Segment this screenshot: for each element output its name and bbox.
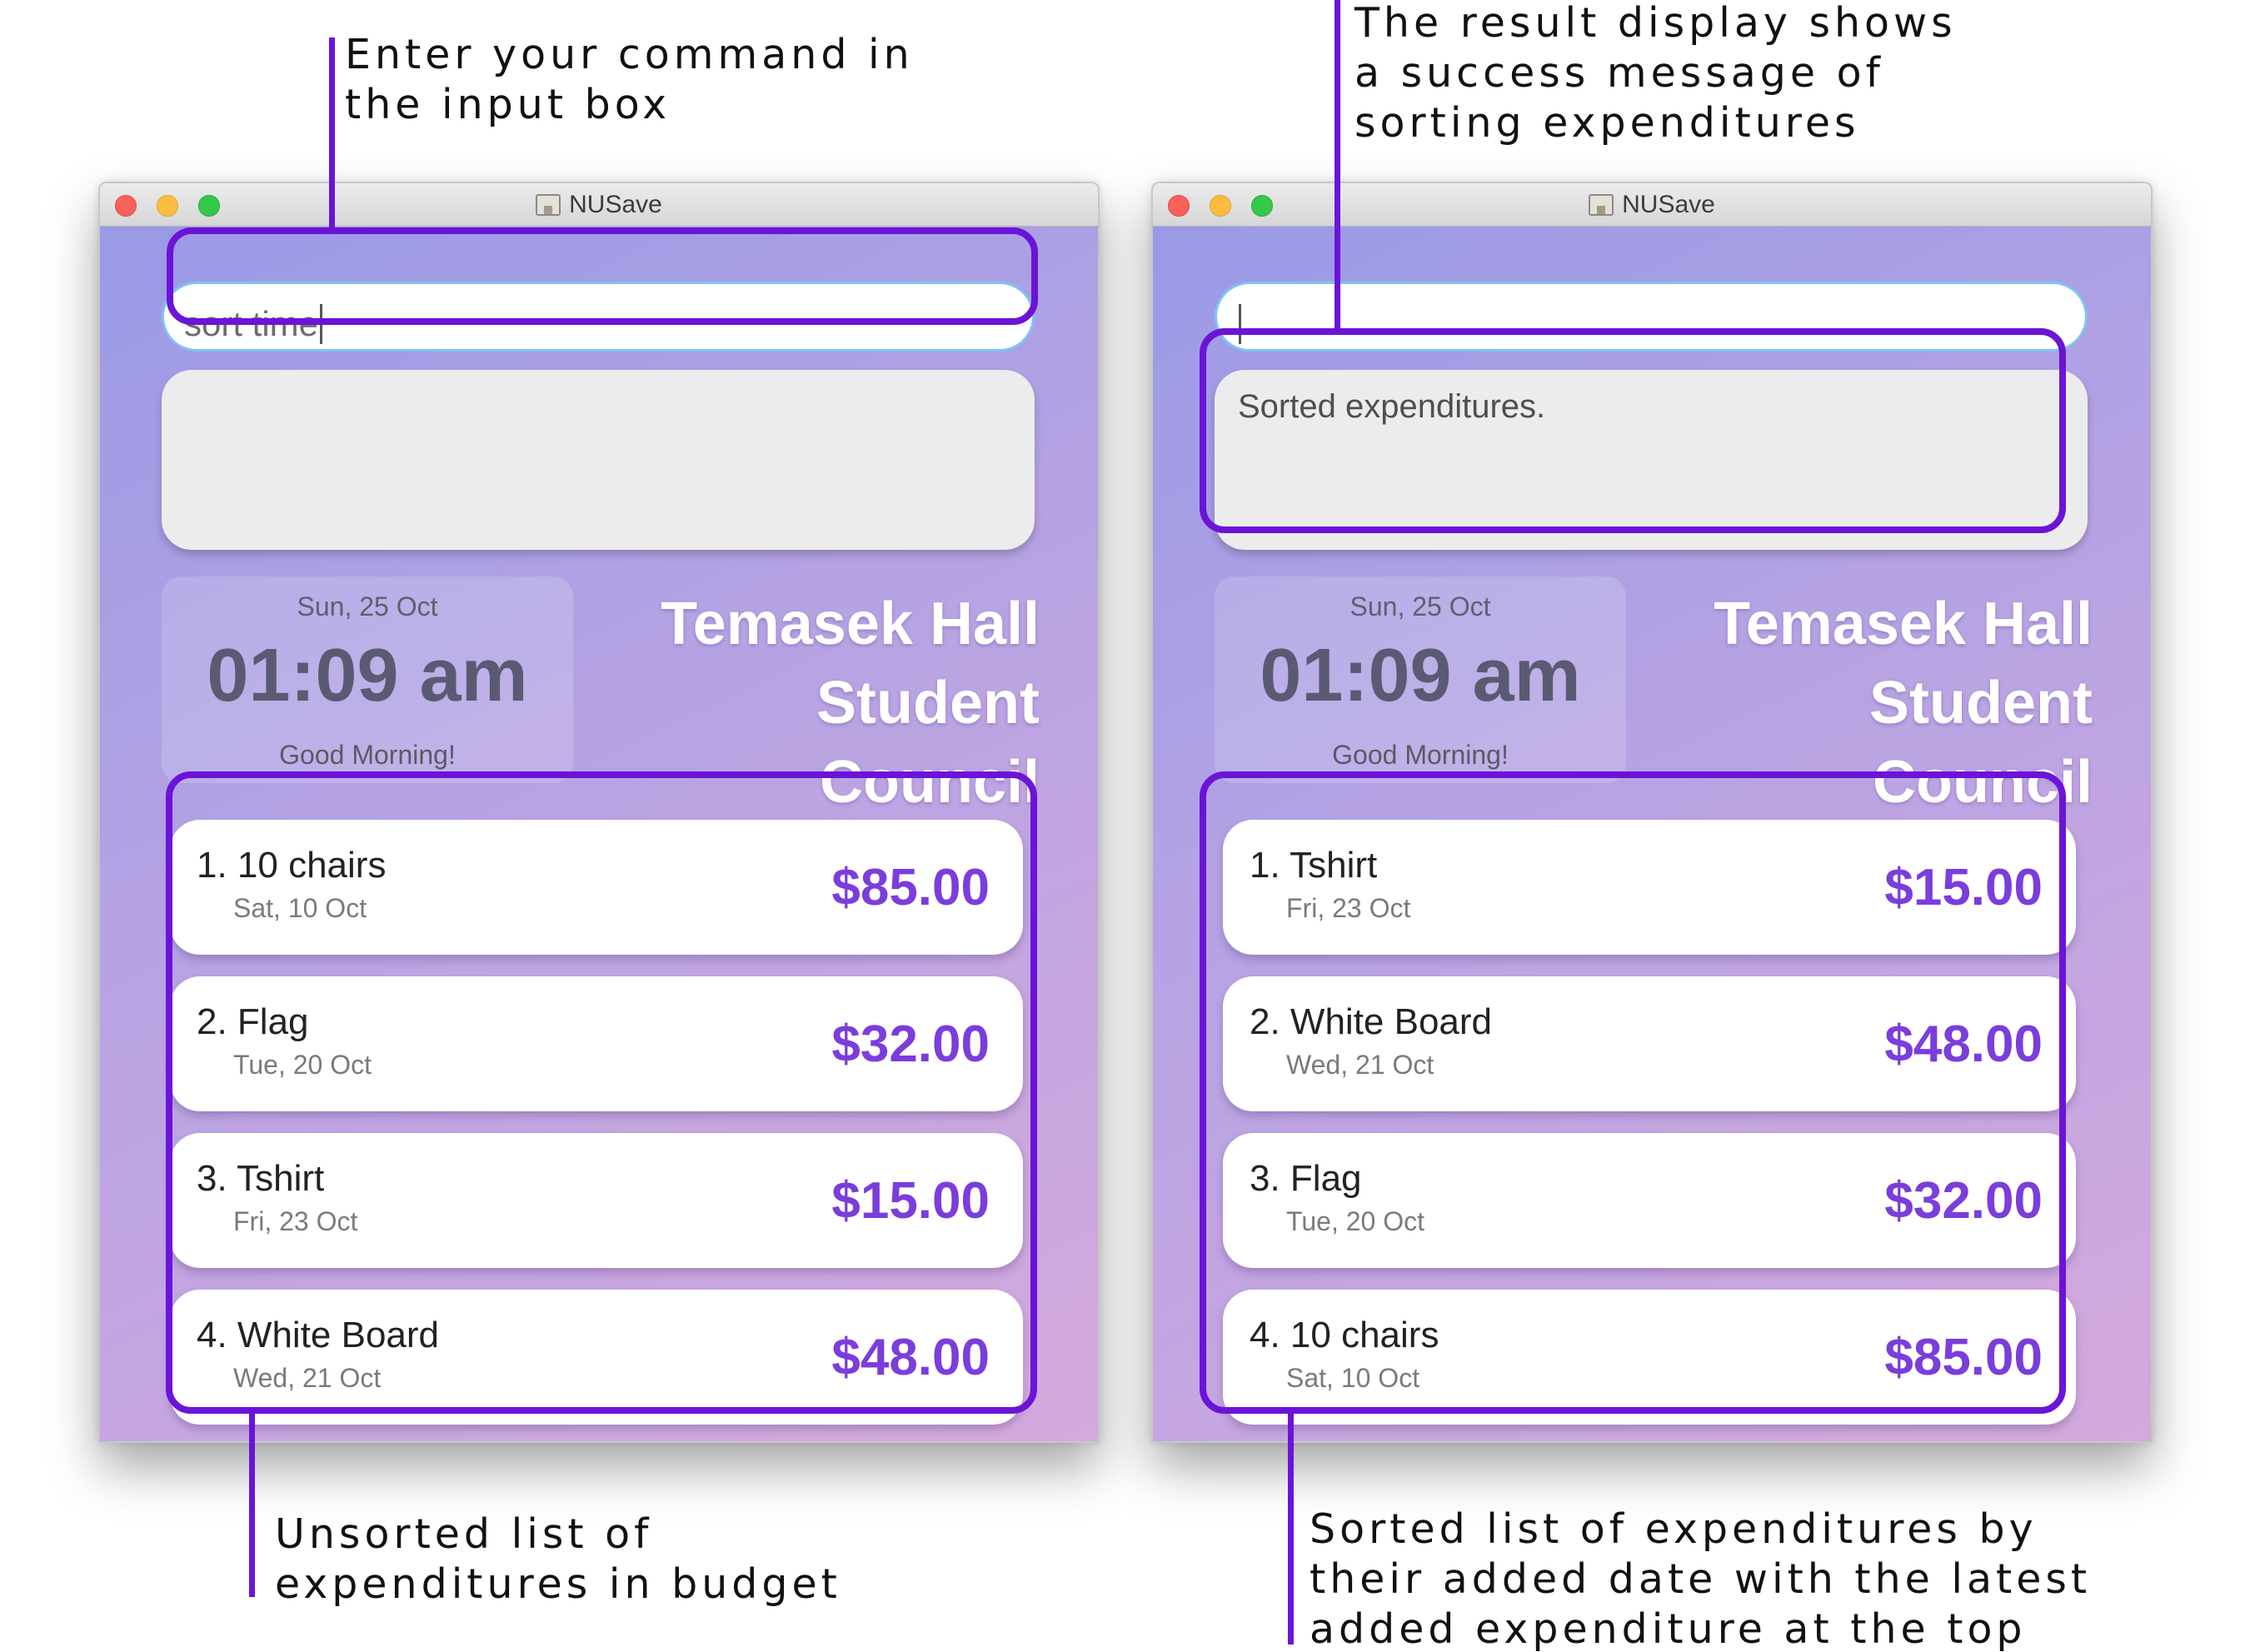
clock-time: 01:09 am	[207, 634, 528, 717]
expenditure-date: Sat, 10 Oct	[1286, 1363, 1420, 1393]
clock-time: 01:09 am	[1260, 634, 1581, 717]
expenditure-card[interactable]: 1. Tshirt Fri, 23 Oct $15.00	[1223, 820, 2076, 955]
title-bar: NUSave	[100, 183, 1098, 227]
greeting: Good Morning!	[279, 740, 456, 770]
command-input-value: sort time	[184, 304, 319, 343]
org-name-line-2: Student Council	[816, 670, 1040, 816]
callout-line-result	[1335, 0, 1340, 330]
org-name-line-1: Temasek Hall	[661, 591, 1040, 657]
text-caret	[1239, 304, 1241, 344]
clock-date: Sun, 25 Oct	[297, 591, 438, 621]
app-body: Sorted expenditures. Sun, 25 Oct 01:09 a…	[1153, 227, 2151, 1441]
window-title-text: NUSave	[569, 191, 662, 218]
text-caret	[320, 304, 323, 344]
callout-line-unsorted	[249, 1413, 255, 1597]
nusave-window-after: NUSave Sorted expenditures. Sun, 25 Oct …	[1151, 182, 2153, 1443]
greeting: Good Morning!	[1332, 740, 1509, 770]
expenditure-amount: $15.00	[1884, 859, 2043, 916]
org-name: Temasek Hall Student Council	[1643, 585, 2093, 822]
window-title-text: NUSave	[1622, 191, 1715, 218]
expenditure-amount: $85.00	[1884, 1329, 2043, 1386]
command-input[interactable]	[1215, 282, 2088, 352]
callout-line-command	[329, 37, 335, 229]
clock-panel: Sun, 25 Oct 01:09 am Good Morning!	[1215, 576, 1626, 783]
expenditure-card[interactable]: 4. White Board Wed, 21 Oct $48.00	[170, 1290, 1023, 1425]
app-icon	[536, 194, 561, 216]
expenditure-card[interactable]: 4. 10 chairs Sat, 10 Oct $85.00	[1223, 1290, 2076, 1425]
expenditure-list[interactable]: 1. 10 chairs Sat, 10 Oct $85.00 2. Flag …	[170, 810, 1028, 1441]
app-body: sort time Sun, 25 Oct 01:09 am Good Morn…	[100, 227, 1098, 1441]
result-display-text: Sorted expenditures.	[1238, 388, 1546, 425]
caption-command: Enter your command in the input box	[345, 31, 914, 128]
expenditure-card[interactable]: 2. Flag Tue, 20 Oct $32.00	[170, 976, 1023, 1111]
result-display: Sorted expenditures.	[1215, 370, 2088, 550]
caption-result: The result display shows a success messag…	[1354, 0, 1957, 147]
callout-line-sorted	[1288, 1413, 1294, 1645]
command-input[interactable]: sort time	[162, 282, 1035, 352]
expenditure-title: 4. White Board	[197, 1315, 440, 1355]
window-title: NUSave	[100, 183, 1098, 227]
expenditure-title: 1. Tshirt	[1250, 845, 1378, 886]
expenditure-amount: $48.00	[831, 1329, 990, 1386]
expenditure-date: Wed, 21 Oct	[1286, 1050, 1434, 1080]
expenditure-amount: $32.00	[831, 1016, 990, 1073]
expenditure-date: Fri, 23 Oct	[233, 1206, 358, 1236]
app-icon	[1589, 194, 1614, 216]
expenditure-title: 1. 10 chairs	[197, 845, 387, 886]
expenditure-amount: $48.00	[1884, 1016, 2043, 1073]
clock-panel: Sun, 25 Oct 01:09 am Good Morning!	[162, 576, 573, 783]
expenditure-title: 2. White Board	[1250, 1001, 1493, 1042]
title-bar: NUSave	[1153, 183, 2151, 227]
window-title: NUSave	[1153, 183, 2151, 227]
clock-date: Sun, 25 Oct	[1350, 591, 1491, 621]
org-name-line-1: Temasek Hall	[1714, 591, 2093, 657]
org-name-line-2: Student Council	[1869, 670, 2093, 816]
result-display	[162, 370, 1035, 550]
expenditure-date: Tue, 20 Oct	[1286, 1206, 1424, 1236]
expenditure-card[interactable]: 2. White Board Wed, 21 Oct $48.00	[1223, 976, 2076, 1111]
expenditure-list[interactable]: 1. Tshirt Fri, 23 Oct $15.00 2. White Bo…	[1223, 810, 2081, 1441]
org-name: Temasek Hall Student Council	[590, 585, 1040, 822]
expenditure-date: Wed, 21 Oct	[233, 1363, 382, 1393]
expenditure-title: 3. Tshirt	[197, 1158, 325, 1199]
expenditure-card[interactable]: 3. Tshirt Fri, 23 Oct $15.00	[170, 1133, 1023, 1268]
caption-sorted: Sorted list of expenditures by their adde…	[1310, 1505, 2092, 1652]
expenditure-date: Tue, 20 Oct	[233, 1050, 372, 1080]
expenditure-title: 4. 10 chairs	[1250, 1315, 1439, 1355]
expenditure-card[interactable]: 3. Flag Tue, 20 Oct $32.00	[1223, 1133, 2076, 1268]
expenditure-card[interactable]: 1. 10 chairs Sat, 10 Oct $85.00	[170, 820, 1023, 955]
caption-unsorted: Unsorted list of expenditures in budget	[275, 1510, 841, 1608]
expenditure-title: 2. Flag	[197, 1001, 309, 1042]
expenditure-amount: $32.00	[1884, 1172, 2043, 1230]
expenditure-date: Sat, 10 Oct	[233, 893, 367, 923]
expenditure-amount: $15.00	[831, 1172, 990, 1230]
expenditure-amount: $85.00	[831, 859, 990, 916]
expenditure-title: 3. Flag	[1250, 1158, 1362, 1199]
expenditure-date: Fri, 23 Oct	[1286, 893, 1411, 923]
nusave-window-before: NUSave sort time Sun, 25 Oct 01:09 am Go…	[98, 182, 1100, 1443]
